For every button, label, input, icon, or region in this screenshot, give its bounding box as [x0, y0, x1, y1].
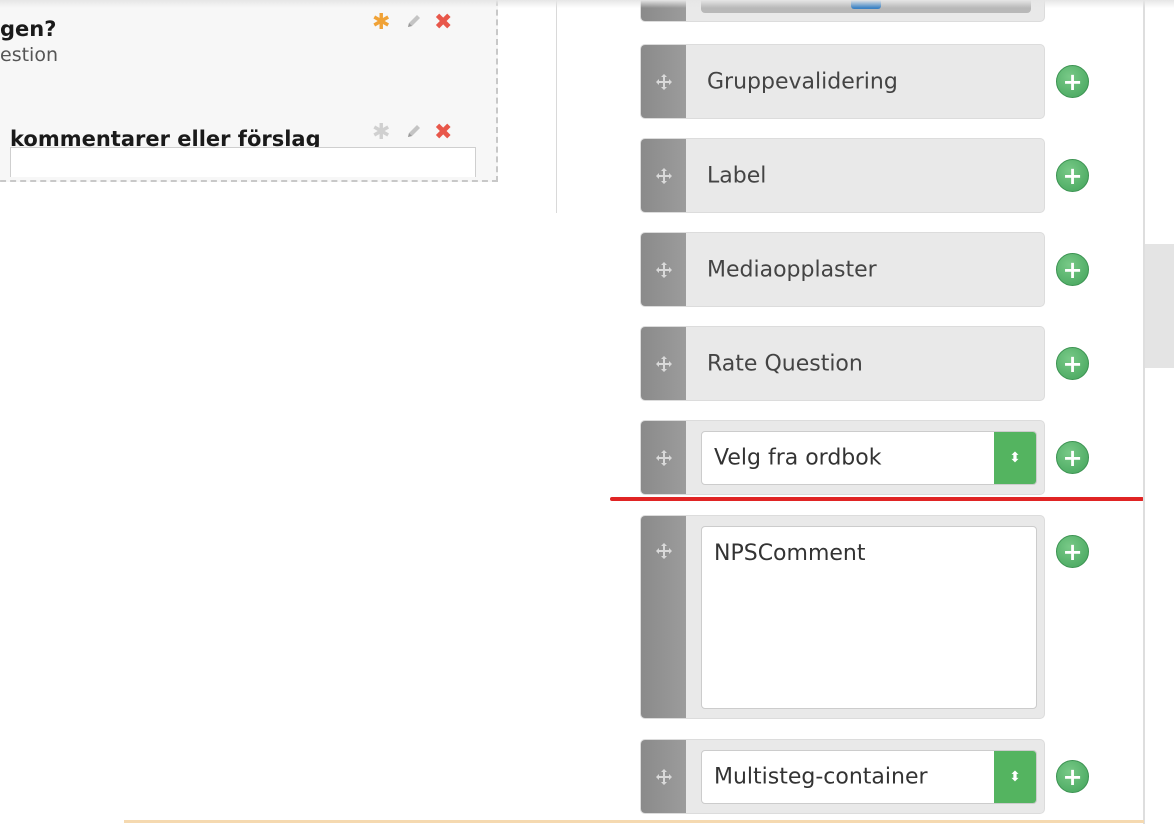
column-divider — [556, 0, 557, 213]
form-canvas-card: gen? estion ✱ ✖ kommentarer eller försla… — [0, 0, 498, 182]
toolbox-item-npscomment[interactable]: NPSComment — [640, 515, 1045, 719]
toolbox-item-gruppevalidering[interactable]: Gruppevalidering — [640, 44, 1045, 119]
npscomment-textarea[interactable]: NPSComment — [701, 526, 1037, 709]
move-icon — [655, 167, 672, 184]
move-icon — [655, 543, 672, 559]
move-handle[interactable] — [641, 233, 686, 306]
updown-arrow-icon[interactable]: ⬍ — [994, 751, 1036, 803]
bottom-accent-line — [124, 820, 1144, 823]
toolbox-item-label[interactable]: Label — [640, 138, 1045, 213]
add-gruppevalidering-button[interactable]: + — [1056, 65, 1089, 98]
move-handle[interactable] — [641, 740, 686, 813]
dictionary-select[interactable]: Velg fra ordbok ⬍ — [701, 431, 1037, 485]
add-npscomment-button[interactable]: + — [1056, 535, 1089, 568]
scrollbar-thumb[interactable] — [1145, 244, 1174, 368]
star-icon[interactable]: ✱ — [372, 12, 390, 34]
toolbox-item-multistep-select[interactable]: Multisteg-container ⬍ — [640, 739, 1045, 814]
question-subtitle: estion — [0, 44, 58, 66]
move-handle[interactable] — [641, 516, 686, 718]
toolbox-item-label: Label — [707, 163, 767, 188]
add-rate-question-button[interactable]: + — [1056, 347, 1089, 380]
toolbox-item-label: Mediaopplaster — [707, 257, 877, 282]
star-icon[interactable]: ✱ — [372, 122, 390, 144]
add-multistep-button[interactable]: + — [1056, 760, 1089, 793]
toolbox-item-rate-question[interactable]: Rate Question — [640, 326, 1045, 401]
delete-x-icon[interactable]: ✖ — [434, 122, 452, 144]
add-dictionary-button[interactable]: + — [1056, 441, 1089, 474]
move-handle[interactable] — [641, 327, 686, 400]
toolbox-item-mediaopplaster[interactable]: Mediaopplaster — [640, 232, 1045, 307]
add-label-button[interactable]: + — [1056, 159, 1089, 192]
pencil-icon[interactable] — [406, 122, 422, 144]
drop-position-indicator — [610, 497, 1144, 501]
move-handle[interactable] — [641, 45, 686, 118]
delete-x-icon[interactable]: ✖ — [434, 12, 452, 34]
move-icon — [655, 449, 672, 466]
move-handle[interactable] — [641, 139, 686, 212]
move-icon — [655, 355, 672, 372]
question-title: gen? — [0, 17, 57, 41]
toolbox-item-label: Gruppevalidering — [707, 69, 898, 94]
top-shadow — [0, 0, 1174, 8]
pencil-icon[interactable] — [406, 12, 422, 34]
updown-arrow-icon[interactable]: ⬍ — [994, 432, 1036, 484]
move-icon — [655, 768, 672, 785]
toolbox-item-label: Rate Question — [707, 351, 863, 376]
multistep-select[interactable]: Multisteg-container ⬍ — [701, 750, 1037, 804]
move-handle[interactable] — [641, 421, 686, 494]
add-mediaopplaster-button[interactable]: + — [1056, 253, 1089, 286]
move-icon — [655, 73, 672, 90]
select-value: Multisteg-container — [714, 764, 928, 790]
toolbox-item-dictionary-select[interactable]: Velg fra ordbok ⬍ — [640, 420, 1045, 495]
panel-border — [1143, 0, 1145, 824]
question-text-input[interactable] — [10, 147, 476, 177]
move-icon — [655, 261, 672, 278]
select-value: Velg fra ordbok — [714, 445, 882, 471]
